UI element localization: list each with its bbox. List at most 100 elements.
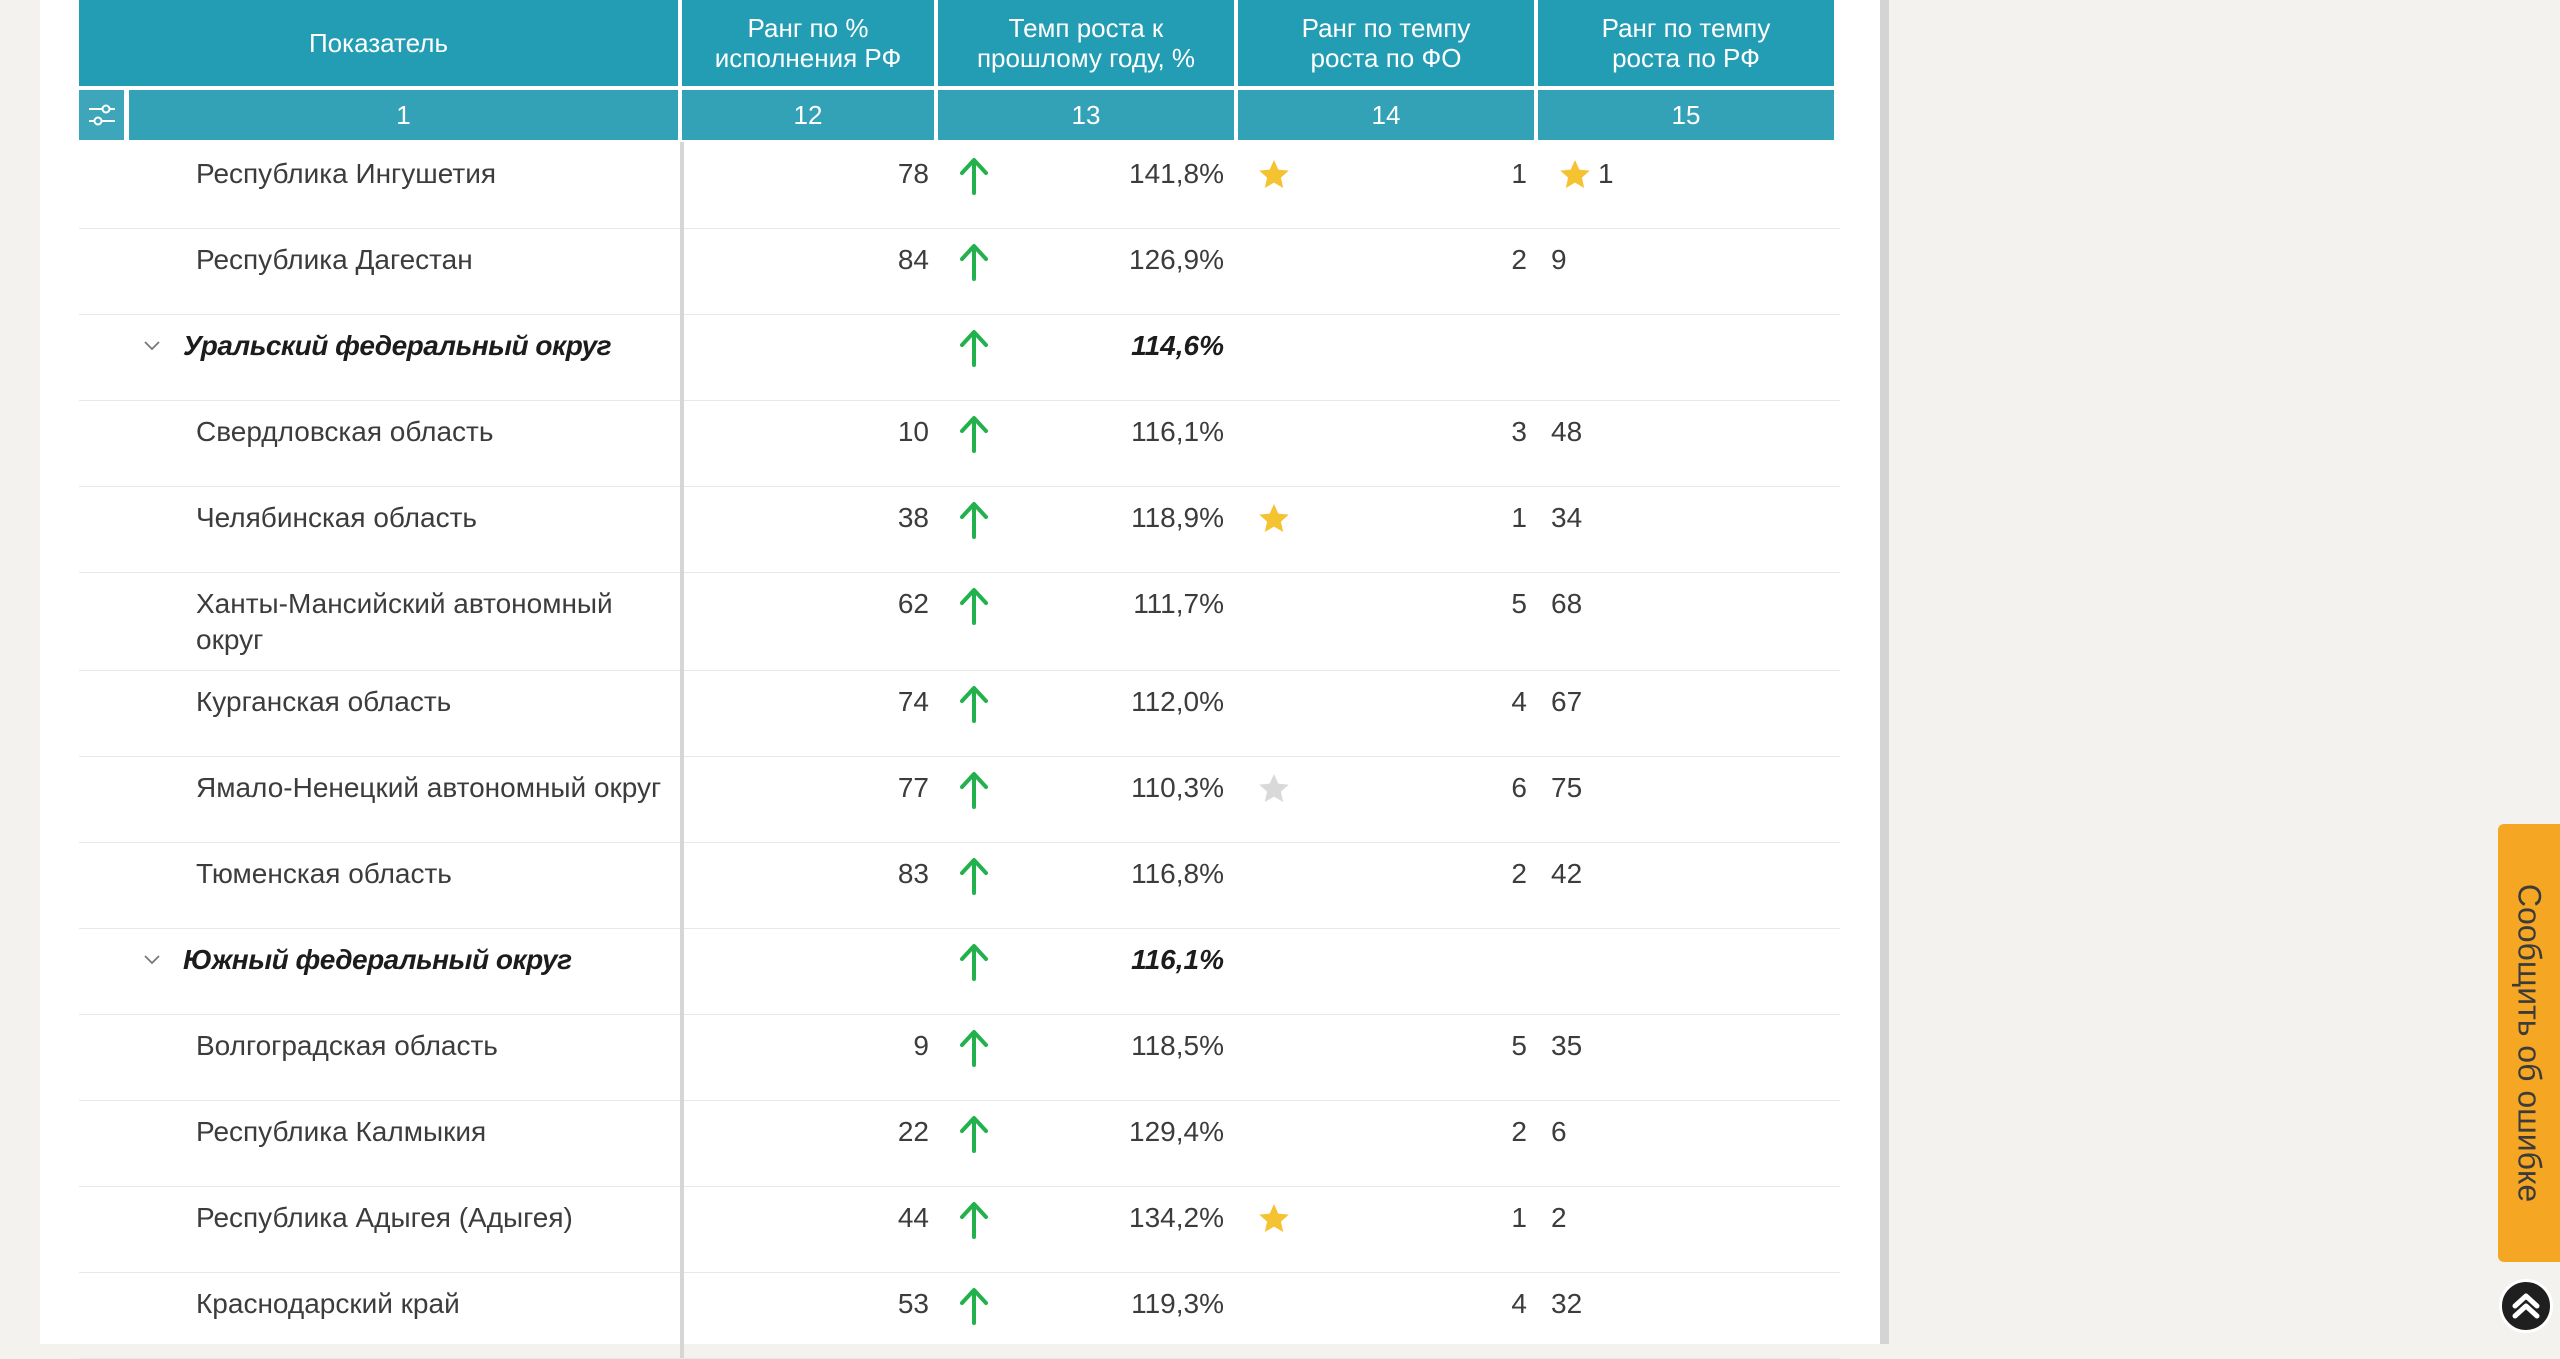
region-name: Республика Ингушетия bbox=[196, 158, 497, 189]
table-row[interactable]: Республика Калмыкия 22 129,4% 2 6 bbox=[79, 1100, 1840, 1187]
arrow-up-icon bbox=[960, 858, 988, 895]
arrow-up-icon bbox=[960, 686, 988, 723]
cell-rank-completion-rf: 38 bbox=[897, 502, 929, 533]
column-number-13: 13 bbox=[938, 90, 1234, 140]
column-number-12: 12 bbox=[682, 90, 934, 140]
sheet-scroll-edge bbox=[1880, 0, 1889, 1344]
star-icon bbox=[1259, 160, 1289, 188]
cell-growth-rate: 116,1% bbox=[1131, 944, 1224, 975]
table-row[interactable]: Свердловская область 10 116,1% 3 48 bbox=[79, 400, 1840, 487]
cell-rank-growth-rf: 35 bbox=[1551, 1030, 1583, 1061]
column-number-row: 1 12 13 14 15 bbox=[79, 90, 1840, 140]
header-rank-growth-fo[interactable]: Ранг по темпу роста по ФО bbox=[1238, 0, 1534, 86]
header-rank-growth-rf[interactable]: Ранг по темпу роста по РФ bbox=[1538, 0, 1834, 86]
cell-indicator: Курганская область bbox=[79, 670, 684, 756]
cell-rank-completion-rf: 83 bbox=[897, 858, 929, 889]
table-row[interactable]: Республика Дагестан 84 126,9% 2 9 bbox=[79, 228, 1840, 315]
cell-growth-rate: 114,6% bbox=[1131, 330, 1224, 361]
table-header: Показатель Ранг по % исполнения РФ Темп … bbox=[79, 0, 1840, 86]
table-row[interactable]: Курганская область 74 112,0% 4 67 bbox=[79, 670, 1840, 757]
report-error-label: Сообщить об ошибке bbox=[2511, 883, 2548, 1203]
cell-rank-completion-rf: 22 bbox=[897, 1116, 929, 1147]
arrow-up-icon bbox=[960, 944, 988, 981]
table-row[interactable]: Ханты-Мансийский автономный округ 62 111,7… bbox=[79, 572, 1840, 671]
report-error-button[interactable]: Сообщить об ошибке bbox=[2498, 824, 2560, 1262]
star-icon bbox=[1259, 1204, 1289, 1232]
table-row[interactable]: Челябинская область 38 118,9% 1 34 bbox=[79, 486, 1840, 573]
cell-rank-growth-rf: 6 bbox=[1551, 1116, 1567, 1147]
region-name: Тюменская область bbox=[196, 858, 452, 889]
cell-growth-rate: 141,8% bbox=[1129, 158, 1224, 189]
arrow-up-icon bbox=[960, 158, 988, 195]
cell-growth-rate: 110,3% bbox=[1131, 772, 1224, 803]
region-name: Волгоградская область bbox=[196, 1030, 498, 1061]
cell-growth-rate: 119,3% bbox=[1131, 1288, 1224, 1319]
cell-rank-growth-rf: 9 bbox=[1551, 244, 1567, 275]
chevron-down-icon[interactable] bbox=[143, 950, 161, 968]
arrow-up-icon bbox=[960, 1202, 988, 1239]
cell-indicator: Краснодарский край bbox=[79, 1272, 684, 1358]
group-name: Уральский федеральный округ bbox=[183, 330, 612, 361]
column-number-1: 1 bbox=[129, 90, 678, 140]
arrow-up-icon bbox=[960, 588, 988, 625]
table-row[interactable]: Тюменская область 83 116,8% 2 42 bbox=[79, 842, 1840, 929]
group-row[interactable]: Южный федеральный округ 116,1% bbox=[79, 928, 1840, 1015]
group-row[interactable]: Уральский федеральный округ 114,6% bbox=[79, 314, 1840, 401]
cell-rank-growth-rf: 2 bbox=[1551, 1202, 1567, 1233]
chevron-down-icon[interactable] bbox=[143, 336, 161, 354]
arrow-up-icon bbox=[960, 1116, 988, 1153]
cell-rank-growth-rf: 75 bbox=[1551, 772, 1583, 803]
cell-rank-growth-rf: 32 bbox=[1551, 1288, 1583, 1319]
cell-rank-growth-rf: 42 bbox=[1551, 858, 1583, 889]
arrow-up-icon bbox=[960, 416, 988, 453]
header-indicator[interactable]: Показатель bbox=[79, 0, 678, 86]
table-row[interactable]: Ямало-Ненецкий автономный округ 77 110,3% 6… bbox=[79, 756, 1840, 843]
cell-rank-growth-fo: 1 bbox=[1511, 502, 1527, 533]
group-name: Южный федеральный округ bbox=[183, 944, 572, 975]
arrow-up-icon bbox=[960, 502, 988, 539]
region-name: Краснодарский край bbox=[196, 1288, 460, 1319]
scroll-to-top-button[interactable] bbox=[2499, 1279, 2553, 1333]
arrow-up-icon bbox=[960, 244, 988, 281]
cell-rank-growth-fo: 3 bbox=[1511, 416, 1527, 447]
cell-indicator: Волгоградская область bbox=[79, 1014, 684, 1100]
cell-rank-growth-fo: 2 bbox=[1511, 858, 1527, 889]
cell-indicator: Республика Дагестан bbox=[79, 228, 684, 314]
cell-rank-growth-rf: 1 bbox=[1598, 158, 1614, 189]
table-row[interactable]: Волгоградская область 9 118,5% 5 35 bbox=[79, 1014, 1840, 1101]
table-row[interactable]: Республика Ингушетия 78 141,8% 1 1 bbox=[79, 142, 1840, 229]
region-name: Челябинская область bbox=[196, 502, 477, 533]
cell-rank-growth-fo: 4 bbox=[1511, 1288, 1527, 1319]
cell-rank-growth-fo: 2 bbox=[1511, 1116, 1527, 1147]
star-icon bbox=[1259, 774, 1289, 802]
cell-rank-growth-rf: 67 bbox=[1551, 686, 1583, 717]
chevron-up-icon bbox=[2512, 1293, 2540, 1319]
cell-indicator: Южный федеральный округ bbox=[79, 928, 684, 1014]
cell-growth-rate: 118,5% bbox=[1131, 1030, 1224, 1061]
cell-growth-rate: 111,7% bbox=[1133, 588, 1224, 619]
cell-indicator: Ямало-Ненецкий автономный округ bbox=[79, 756, 684, 842]
cell-indicator: Уральский федеральный округ bbox=[79, 314, 684, 400]
cell-rank-growth-rf: 48 bbox=[1551, 416, 1583, 447]
cell-indicator: Республика Калмыкия bbox=[79, 1100, 684, 1186]
table-row[interactable]: Краснодарский край 53 119,3% 4 32 bbox=[79, 1272, 1840, 1359]
region-name: Курганская область bbox=[196, 686, 452, 717]
cell-rank-growth-fo: 6 bbox=[1511, 772, 1527, 803]
column-settings-button[interactable] bbox=[79, 90, 124, 140]
cell-rank-growth-fo: 4 bbox=[1511, 686, 1527, 717]
cell-rank-growth-rf: 34 bbox=[1551, 502, 1583, 533]
header-growth-rate[interactable]: Темп роста к прошлому году, % bbox=[938, 0, 1234, 86]
cell-rank-completion-rf: 53 bbox=[897, 1288, 929, 1319]
region-name: Свердловская область bbox=[196, 416, 494, 447]
cell-indicator: Ханты-Мансийский автономный округ bbox=[79, 572, 684, 670]
table-row[interactable]: Республика Адыгея (Адыгея) 44 134,2% 1 2 bbox=[79, 1186, 1840, 1273]
cell-rank-growth-fo: 2 bbox=[1511, 244, 1527, 275]
cell-rank-completion-rf: 10 bbox=[897, 416, 929, 447]
cell-indicator: Республика Ингушетия bbox=[79, 142, 684, 228]
cell-rank-growth-fo: 5 bbox=[1511, 1030, 1527, 1061]
region-name: Республика Дагестан bbox=[196, 244, 473, 275]
cell-growth-rate: 116,8% bbox=[1131, 858, 1224, 889]
header-rank-completion-rf[interactable]: Ранг по % исполнения РФ bbox=[682, 0, 934, 86]
region-name: Республика Адыгея (Адыгея) bbox=[196, 1202, 573, 1233]
cell-rank-completion-rf: 44 bbox=[897, 1202, 929, 1233]
